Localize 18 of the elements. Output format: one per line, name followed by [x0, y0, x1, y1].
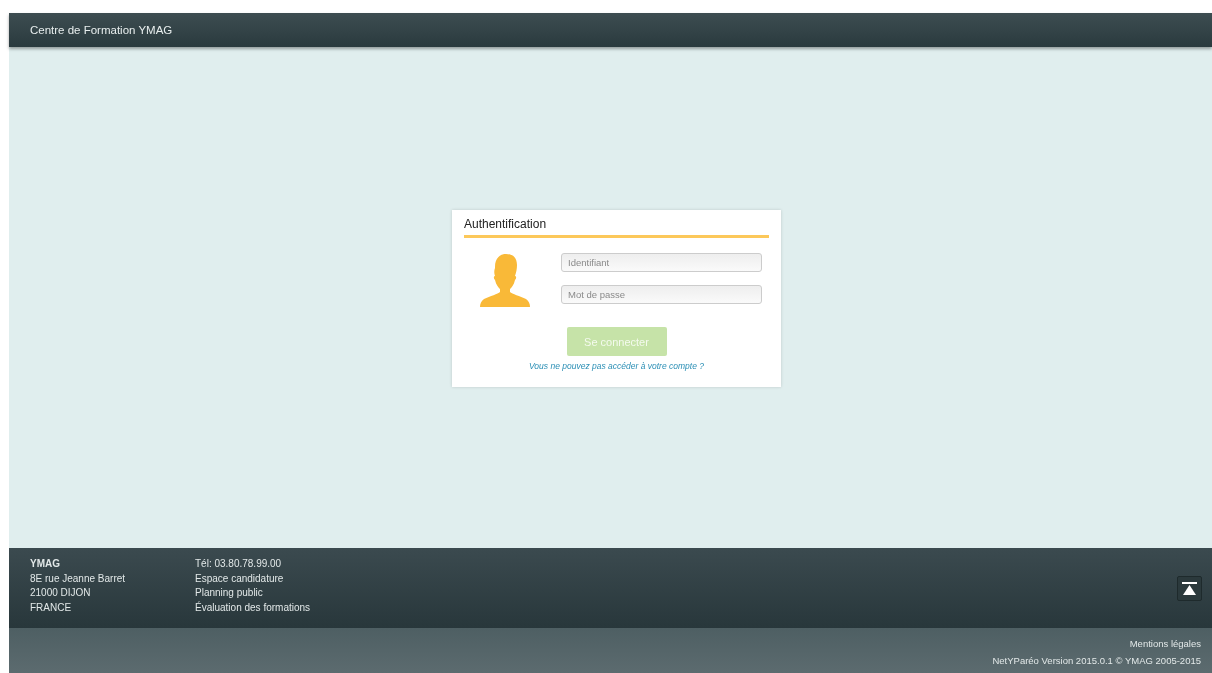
username-field[interactable]: Identifiant [561, 253, 762, 272]
address-line: FRANCE [30, 600, 73, 615]
help-link[interactable]: Vous ne pouvez pas accéder à votre compte ? [529, 361, 704, 371]
user-silhouette-icon [478, 253, 532, 307]
legal-link[interactable]: Mentions légales [1129, 638, 1201, 649]
back-to-top-button[interactable] [1177, 576, 1202, 601]
site-title: Centre de Formation YMAG [30, 24, 173, 36]
address-line: 8E rue Jeanne Barret [30, 571, 127, 586]
footer-link[interactable]: Espace candidature [195, 571, 1177, 586]
back-to-top-icon [1182, 582, 1197, 595]
card-title: Authentification [464, 216, 769, 238]
footer-link[interactable]: Évaluation des formations [195, 600, 1177, 615]
version-text: NetYParéo Version 2015.0.1 © YMAG 2005-2015 [992, 655, 1201, 666]
footer-link[interactable]: Planning public [195, 586, 1177, 601]
phone-number: Tél: 03.80.78.99.00 [195, 557, 283, 571]
address-line: 21000 DIJON [30, 586, 92, 600]
company-name: YMAG [30, 557, 61, 571]
password-field[interactable]: Mot de passe [561, 285, 762, 304]
